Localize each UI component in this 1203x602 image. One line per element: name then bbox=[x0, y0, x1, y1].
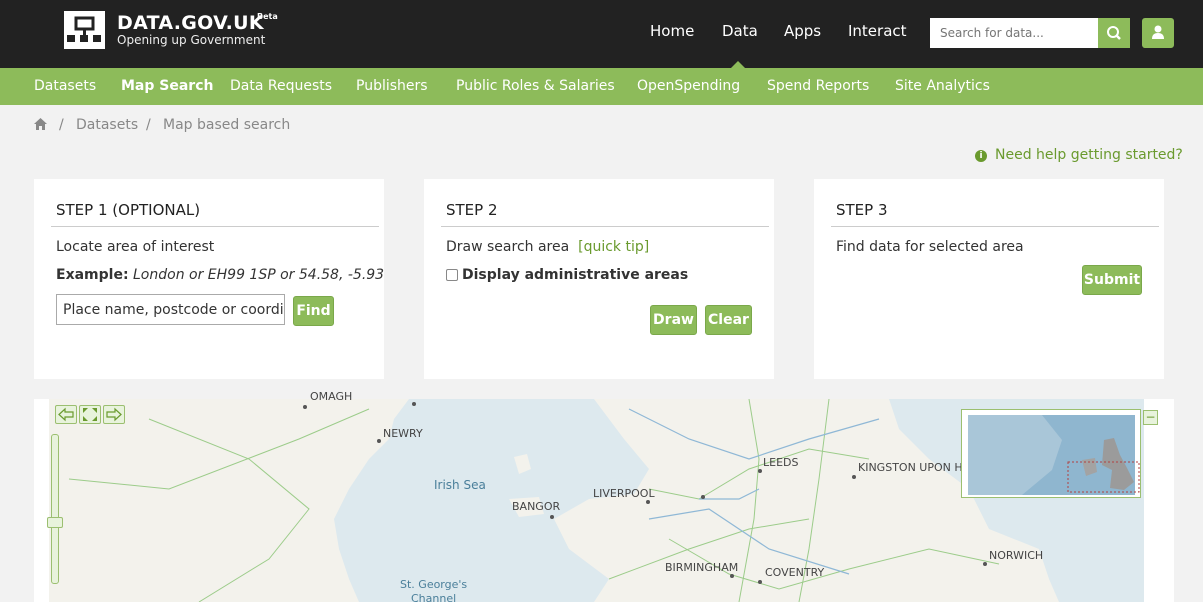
overview-map[interactable] bbox=[961, 409, 1141, 498]
step3-title: STEP 3 bbox=[836, 201, 888, 219]
map-label-newry: NEWRY bbox=[383, 427, 423, 440]
arrow-left-icon bbox=[58, 407, 74, 422]
home-icon[interactable] bbox=[34, 118, 47, 134]
example-label: Example: bbox=[56, 267, 129, 283]
map-label-irish-sea: Irish Sea bbox=[434, 478, 486, 492]
step2-panel: STEP 2 Draw search area [quick tip] Disp… bbox=[424, 179, 774, 379]
overview-minimize-button[interactable]: − bbox=[1143, 410, 1158, 425]
step1-subtitle: Locate area of interest bbox=[56, 239, 215, 255]
step1-example: Example: London or EH99 1SP or 54.58, -5… bbox=[56, 267, 384, 283]
user-icon bbox=[1152, 25, 1164, 39]
overview-map-canvas bbox=[968, 415, 1140, 495]
step2-subtitle-row: Draw search area [quick tip] bbox=[446, 239, 649, 255]
brand[interactable]: DATA.GOV.UK Beta Opening up Government bbox=[117, 12, 278, 47]
step3-panel: STEP 3 Find data for selected area Submi… bbox=[814, 179, 1164, 379]
arrow-right-icon bbox=[106, 407, 122, 422]
beta-badge: Beta bbox=[257, 12, 278, 21]
expand-icon bbox=[83, 408, 97, 421]
map-label-omagh: OMAGH bbox=[310, 390, 353, 403]
search-button[interactable] bbox=[1098, 18, 1130, 48]
map-label-leeds: LEEDS bbox=[763, 456, 799, 469]
subnav-openspending[interactable]: OpenSpending bbox=[637, 78, 740, 94]
map-label-kingston: KINGSTON UPON HU bbox=[858, 461, 971, 474]
map-label-st-georges: St. George's bbox=[400, 578, 468, 591]
find-button[interactable]: Find bbox=[293, 296, 334, 326]
map-label-bangor: BANGOR bbox=[512, 500, 561, 513]
map-label-birmingham: BIRMINGHAM bbox=[665, 561, 739, 574]
subnav-public-roles[interactable]: Public Roles & Salaries bbox=[456, 78, 615, 94]
admin-areas-label[interactable]: Display administrative areas bbox=[462, 267, 688, 283]
brand-subtitle: Opening up Government bbox=[117, 33, 266, 47]
nav-home[interactable]: Home bbox=[650, 22, 694, 40]
subnav-publishers[interactable]: Publishers bbox=[356, 78, 428, 94]
subnav-datasets[interactable]: Datasets bbox=[34, 78, 96, 94]
step1-title: STEP 1 (OPTIONAL) bbox=[56, 201, 201, 219]
help-link[interactable]: i Need help getting started? bbox=[975, 147, 1183, 163]
brand-title: DATA.GOV.UK bbox=[117, 12, 264, 34]
subnav-map-search[interactable]: Map Search bbox=[121, 78, 213, 94]
quick-tip-link[interactable]: [quick tip] bbox=[578, 239, 649, 255]
zoom-slider[interactable] bbox=[51, 434, 59, 584]
help-link-text: Need help getting started? bbox=[995, 147, 1183, 163]
pan-right-button[interactable] bbox=[103, 405, 125, 424]
step1-panel: STEP 1 (OPTIONAL) Locate area of interes… bbox=[34, 179, 384, 379]
pan-left-button[interactable] bbox=[55, 405, 77, 424]
admin-areas-checkbox[interactable] bbox=[446, 269, 458, 281]
submit-button[interactable]: Submit bbox=[1082, 265, 1142, 295]
place-search-input[interactable] bbox=[56, 294, 285, 325]
logo-icon[interactable] bbox=[64, 11, 105, 49]
draw-button[interactable]: Draw bbox=[650, 305, 697, 335]
map-label-norwich: NORWICH bbox=[989, 549, 1044, 562]
subnav-spend-reports[interactable]: Spend Reports bbox=[767, 78, 869, 94]
search-icon bbox=[1107, 26, 1121, 40]
breadcrumb-datasets[interactable]: Datasets bbox=[76, 117, 138, 133]
map-label-liverpool: LIVERPOOL bbox=[593, 487, 655, 500]
step3-subtitle: Find data for selected area bbox=[836, 239, 1024, 255]
nav-apps[interactable]: Apps bbox=[784, 22, 821, 40]
user-button[interactable] bbox=[1142, 18, 1174, 48]
subnav-site-analytics[interactable]: Site Analytics bbox=[895, 78, 990, 94]
zoom-extent-button[interactable] bbox=[79, 405, 101, 424]
sub-nav: Datasets Map Search Data Requests Publis… bbox=[0, 68, 1203, 105]
divider bbox=[441, 226, 769, 227]
breadcrumb-current: Map based search bbox=[163, 117, 291, 133]
map-label-coventry: COVENTRY bbox=[765, 566, 825, 579]
zoom-slider-handle[interactable] bbox=[47, 517, 63, 528]
search-input[interactable] bbox=[930, 18, 1098, 48]
nav-interact[interactable]: Interact bbox=[848, 22, 907, 40]
clear-button[interactable]: Clear bbox=[705, 305, 752, 335]
subnav-data-requests[interactable]: Data Requests bbox=[230, 78, 332, 94]
nav-data[interactable]: Data bbox=[722, 22, 758, 40]
info-icon: i bbox=[975, 150, 987, 162]
example-text: London or EH99 1SP or 54.58, -5.93 bbox=[133, 267, 385, 283]
step2-title: STEP 2 bbox=[446, 201, 498, 219]
step2-subtitle: Draw search area bbox=[446, 239, 570, 255]
divider bbox=[51, 226, 379, 227]
active-nav-caret bbox=[731, 61, 745, 68]
divider bbox=[831, 226, 1159, 227]
breadcrumb-separator: / bbox=[59, 117, 64, 133]
breadcrumb-separator: / bbox=[146, 117, 151, 133]
map-label-channel: Channel bbox=[411, 592, 457, 602]
